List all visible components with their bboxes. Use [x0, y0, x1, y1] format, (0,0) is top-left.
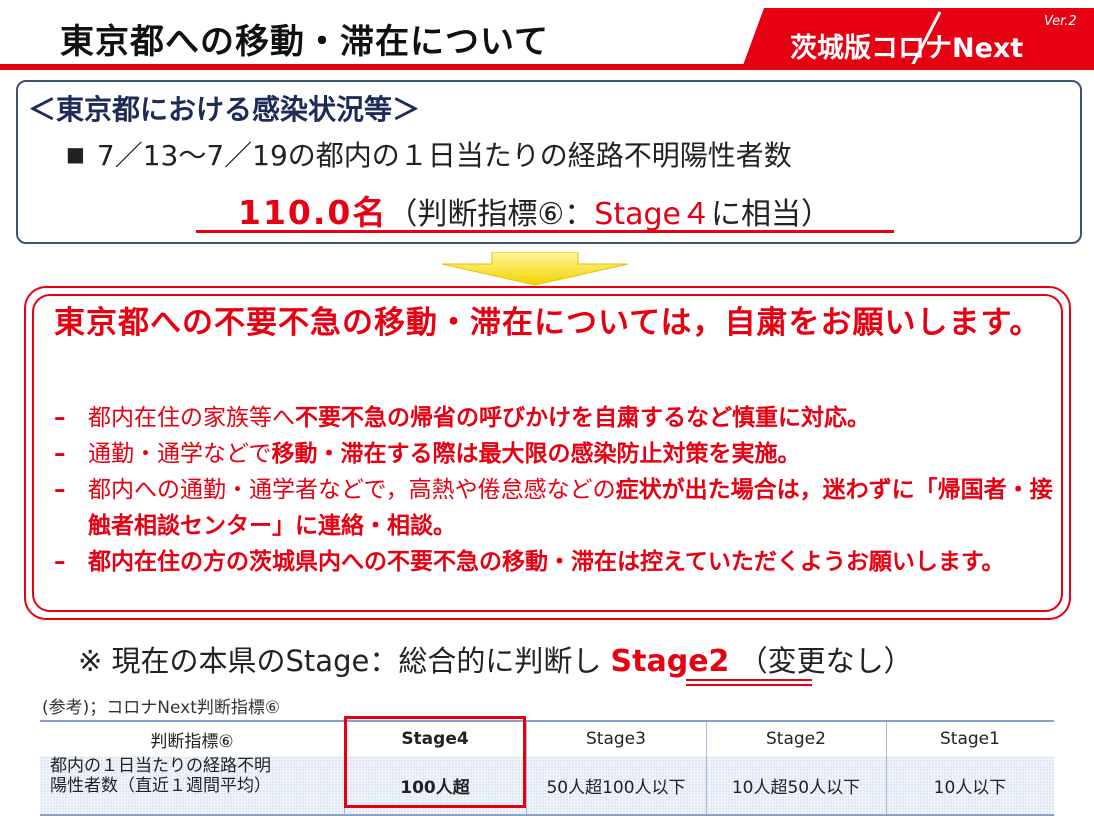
status-value: 110.0名 [238, 193, 388, 232]
row-label-line: 都内の１日当たりの経路不明 [50, 756, 271, 776]
item-plain-text: 都内への通勤・通学者などで，高熱や倦怠感などの [88, 477, 616, 503]
badge-text: 茨城版コロナNext [790, 33, 1024, 64]
stage-underline [686, 679, 812, 681]
table-header-cell: Stage1 [940, 729, 1000, 749]
request-item: – 通勤・通学などで移動・滞在する際は最大限の感染防止対策を実施。 [54, 436, 1054, 472]
item-plain-text: 都内在住の家族等へ [88, 405, 295, 431]
square-bullet-icon: ■ [66, 142, 85, 166]
table-divider [526, 722, 527, 814]
table-cell-stage1: 10人以下 [933, 777, 1007, 798]
note-suffix: （変更なし） [738, 644, 913, 678]
reference-caption: (参考)；コロナNext判断指標⑥ [42, 698, 281, 718]
item-bold-text: 不要不急の帰省の呼びかけを自粛するなど慎重に対応。 [295, 405, 870, 431]
status-heading: ＜東京都における感染状況等＞ [28, 93, 421, 126]
status-bullet-text: 7／13～7／19の都内の１日当たりの経路不明陽性者数 [96, 139, 792, 172]
current-stage-note: ※ 現在の本県のStage：総合的に判断し Stage2 （変更なし） [78, 638, 913, 680]
indicator-open: （判断指標⑥： [387, 197, 595, 232]
stage-equivalent: Stage４ [594, 197, 711, 232]
request-item: – 都内への通勤・通学者などで，高熱や倦怠感などの症状が出た場合は，迷わずに「帰国… [54, 472, 1054, 544]
request-item: – 都内在住の方の茨城県内への不要不急の移動・滞在は控えていただくようお願いします… [54, 544, 1054, 580]
status-underline [196, 230, 894, 233]
table-divider [886, 722, 887, 814]
table-header-cell: 判断指標⑥ [150, 731, 234, 752]
table-cell-stage2: 10人超50人以下 [731, 777, 861, 798]
item-bold-text: 都内在住の方の茨城県内への不要不急の移動・滞在は控えていただくようお願いします。 [88, 549, 1005, 575]
request-item: – 都内在住の家族等へ不要不急の帰省の呼びかけを自粛するなど慎重に対応。 [54, 400, 1054, 436]
table-row-label: 都内の１日当たりの経路不明 陽性者数（直近１週間平均） [40, 756, 344, 814]
indicator-close: に相当） [711, 197, 831, 232]
dash-bullet-icon: – [54, 405, 66, 431]
table-header-row: 判断指標⑥ Stage4 Stage3 Stage2 Stage1 [40, 722, 1054, 756]
badge-version: Ver.2 [1044, 14, 1077, 29]
down-arrow-icon [441, 252, 629, 286]
row-label-line: 陽性者数（直近１週間平均） [50, 776, 271, 796]
indicator-table: 判断指標⑥ Stage4 Stage3 Stage2 Stage1 都内の１日当… [40, 720, 1054, 816]
dash-bullet-icon: – [54, 549, 66, 575]
brand-badge: 茨城版コロナNext Ver.2 [742, 8, 1094, 68]
stage-underline [686, 684, 812, 686]
note-prefix: ※ 現在の本県のStage：総合的に判断し [78, 644, 602, 678]
request-box: 東京都への不要不急の移動・滞在については，自粛をお願いします。 – 都内在住の家族… [24, 286, 1071, 620]
table-header-cell: Stage3 [586, 729, 646, 749]
header-rule [0, 64, 1094, 70]
request-heading: 東京都への不要不急の移動・滞在については，自粛をお願いします。 [54, 305, 1042, 341]
table-row: 都内の１日当たりの経路不明 陽性者数（直近１週間平均） 100人超 50人超10… [40, 756, 1054, 814]
page-title: 東京都への移動・滞在について [60, 22, 549, 62]
item-plain-text: 通勤・通学などで [88, 441, 272, 467]
dash-bullet-icon: – [54, 441, 66, 467]
stage4-highlight-frame [344, 716, 526, 808]
request-items: – 都内在住の家族等へ不要不急の帰省の呼びかけを自粛するなど慎重に対応。 – 通勤・… [54, 400, 1054, 580]
table-cell-stage3: 50人超100人以下 [546, 777, 686, 798]
status-box: ＜東京都における感染状況等＞ ■ 7／13～7／19の都内の１日当たりの経路不明陽… [16, 80, 1082, 244]
dash-bullet-icon: – [54, 477, 66, 503]
item-bold-text: 移動・滞在する際は最大限の感染防止対策を実施。 [271, 441, 801, 467]
current-stage: Stage2 [610, 644, 730, 679]
status-bullet: ■ 7／13～7／19の都内の１日当たりの経路不明陽性者数 [66, 134, 792, 174]
table-header-cell: Stage2 [766, 729, 826, 749]
table-divider [706, 722, 707, 814]
status-value-line: 110.0名（判断指標⑥：Stage４に相当） [238, 186, 831, 234]
